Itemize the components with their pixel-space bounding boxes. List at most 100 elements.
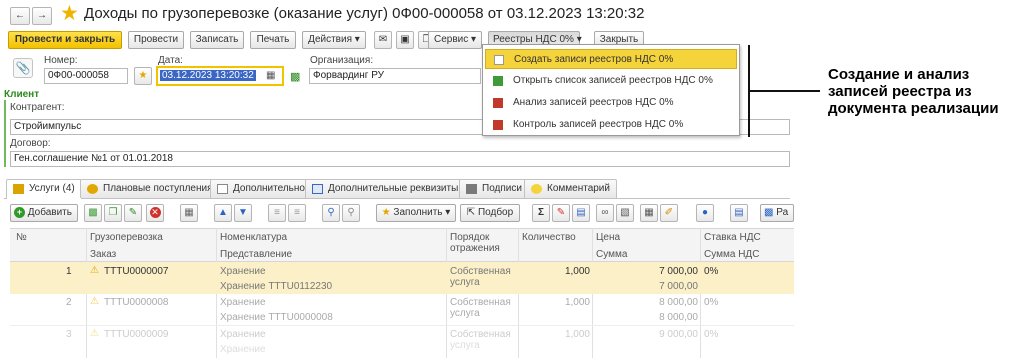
image-icon[interactable]: ▣ [396,31,414,49]
barcode-icon[interactable]: ▧ [616,204,634,222]
tab-comment[interactable]: Комментарий [524,179,617,198]
header-cargo[interactable]: Грузоперевозка [90,232,163,243]
counterparty-label: Контрагент: [10,102,65,113]
number-field[interactable]: 0Ф00-000058 [44,68,128,84]
paperclip-icon[interactable]: 📎 [13,58,33,78]
client-section-bar [4,100,6,167]
row-representation: Хранение ТТТU0112230 [220,281,333,292]
service-menu-button[interactable]: Сервис ▾ [428,31,482,49]
tab-signatures[interactable]: Подписи [459,179,529,198]
add-row-button[interactable]: + Добавить [10,204,78,222]
chevron-down-icon: ▾ [445,207,451,218]
eraser-icon[interactable]: ✎ [552,204,570,222]
post-and-close-button[interactable]: Провести и закрыть [8,31,122,49]
tab-additional-attributes[interactable]: Дополнительные реквизиты [305,179,466,198]
forward-button[interactable]: → [32,7,52,25]
row-reflection-2: услуга [450,340,480,351]
header-nomenclature[interactable]: Номенклатура [220,232,287,243]
sort-descending-icon[interactable]: ≡ [288,204,306,222]
search-clear-icon[interactable]: ⚲ [342,204,360,222]
header-reflection-1[interactable]: Порядок [450,232,489,243]
globe-icon[interactable]: ● [696,204,714,222]
organization-field[interactable]: Форвардинг РУ [309,68,481,84]
write-button[interactable]: Записать [190,31,244,49]
warning-icon: ⚠ [90,296,99,307]
plus-icon: + [14,207,25,218]
contract-label: Договор: [10,138,51,149]
table-icon [13,184,24,194]
row-nomenclature: Хранение [220,329,266,340]
service-label: Сервис [433,34,469,45]
header-num[interactable]: № [16,232,27,243]
print-button[interactable]: Печать [250,31,296,49]
row-representation: Хранение [220,344,266,355]
calendar-icon[interactable]: ▦ [266,70,275,81]
header-quantity[interactable]: Количество [522,232,576,243]
search-icon[interactable]: ⚲ [322,204,340,222]
row-quantity: 1,000 [564,329,590,340]
delete-icon[interactable]: ✕ [146,204,164,222]
tab-label: Комментарий [547,183,610,194]
link-icon[interactable]: ∞ [596,204,614,222]
sum-icon[interactable]: Σ [532,204,550,222]
calculator-icon[interactable]: ▦ [640,204,658,222]
contract-field[interactable]: Ген.соглашение №1 от 01.01.2018 [10,151,790,167]
menu-item-analyze-vat-records[interactable]: Анализ записей реестров НДС 0% [485,93,737,113]
row-reflection-2: услуга [450,277,480,288]
tab-label: Дополнительно [233,183,305,194]
sort-ascending-icon[interactable]: ≡ [268,204,286,222]
report-icon [493,98,503,108]
document-copy-icon[interactable]: ❐ [104,204,122,222]
tab-services[interactable]: Услуги (4) [6,179,82,199]
header-reflection-2[interactable]: отражения [450,243,500,254]
row-price: 8 000,00 [659,297,698,308]
copy-row-icon[interactable]: ▩ [84,204,102,222]
post-button[interactable]: Провести [128,31,184,49]
row-num: 2 [66,297,72,308]
menu-item-create-vat-records[interactable]: Создать записи реестров НДС 0% [485,49,737,69]
fill-label: Заполнить [393,207,443,218]
tab-additional[interactable]: Дополнительно [210,179,312,198]
green-document-icon[interactable]: ▩ [290,70,300,83]
chevron-down-icon: ▾ [354,34,360,45]
fill-menu-button[interactable]: ★ Заполнить ▾ [376,204,456,222]
select-button[interactable]: ⇱ Подбор [460,204,520,222]
window-title: Доходы по грузоперевозке (оказание услуг… [84,5,645,22]
star-icon[interactable]: ★ [134,67,152,85]
row-num: 1 [66,266,72,277]
row-vat-rate: 0% [704,329,719,340]
client-section-title: Клиент [4,89,40,100]
move-up-icon[interactable]: ▲ [214,204,232,222]
favorite-star-icon[interactable]: ★ [60,3,79,25]
envelope-icon[interactable]: ✉ [374,31,392,49]
cursor-icon: ⇱ [466,207,476,218]
header-sum[interactable]: Сумма [596,249,627,260]
vat-registers-menu: Создать записи реестров НДС 0% Открыть с… [482,44,740,136]
header-price[interactable]: Цена [596,232,620,243]
header-vat-sum[interactable]: Сумма НДС [704,249,759,260]
table-settings-icon[interactable]: ▤ [572,204,590,222]
tab-label: Услуги (4) [29,183,75,194]
grid-icon[interactable]: ▦ [180,204,198,222]
report-icon[interactable]: ▤ [730,204,748,222]
move-down-icon[interactable]: ▼ [234,204,252,222]
structure-icon: ▩ [764,207,774,218]
header-representation[interactable]: Представление [220,249,292,260]
header-vat-rate[interactable]: Ставка НДС [704,232,761,243]
warning-icon: ⚠ [90,265,99,276]
date-field[interactable]: 03.12.2023 13:20:32 [156,66,284,86]
menu-item-control-vat-records[interactable]: Контроль записей реестров НДС 0% [485,115,737,135]
back-button[interactable]: ← [10,7,30,25]
tab-planned-receipts[interactable]: Плановые поступления [80,179,220,198]
list-icon [493,76,503,86]
structure-button[interactable]: ▩ Ра [760,204,794,222]
actions-menu-button[interactable]: Действия ▾ [302,31,366,49]
header-order[interactable]: Заказ [90,249,116,260]
speech-bubble-icon [531,184,542,194]
delete-circle-icon: ✕ [149,207,161,218]
brush-icon[interactable]: ✐ [660,204,678,222]
edit-pencil-icon[interactable]: ✎ [124,204,142,222]
page-icon [217,184,228,194]
tab-label: Плановые поступления [103,183,213,194]
menu-item-open-vat-records-list[interactable]: Открыть список записей реестров НДС 0% [485,71,737,91]
